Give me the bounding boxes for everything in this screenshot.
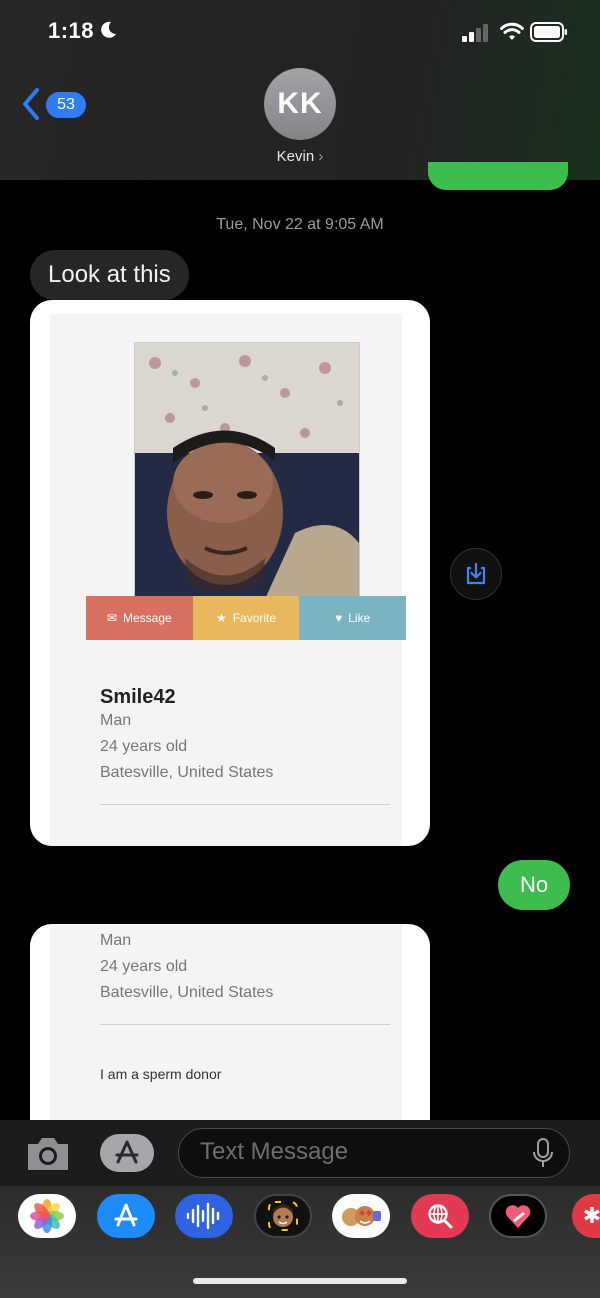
download-icon (466, 562, 486, 585)
profile-screenshot: Man 24 years old Batesville, United Stat… (50, 924, 402, 1120)
cellular-signal-icon (462, 24, 488, 42)
photos-icon (30, 1199, 64, 1233)
moon-icon (101, 21, 116, 38)
web-search-app-button[interactable] (411, 1194, 469, 1238)
status-time: 1:18 (48, 18, 95, 43)
memoji-app-button[interactable] (254, 1194, 312, 1238)
image-attachment-bubble[interactable]: ✉ Message ★ Favorite ♥ Like Smile42 Man … (30, 300, 430, 846)
message-timestamp: Tue, Nov 22 at 9:05 AM (216, 216, 384, 233)
profile-location: Batesville, United States (100, 764, 274, 781)
message-action-label: Message (123, 611, 172, 625)
unread-count-badge[interactable]: 53 (46, 92, 86, 118)
photos-app-button[interactable] (18, 1194, 76, 1238)
chevron-right-icon: › (318, 148, 324, 165)
memoji-icon (268, 1201, 298, 1231)
contact-name-label: Kevin (276, 148, 315, 165)
chevron-left-icon (23, 88, 39, 120)
divider (100, 804, 390, 805)
message-action-button: ✉ Message (86, 596, 193, 640)
like-action-button: ♥ Like (299, 596, 407, 640)
globe-search-icon (428, 1204, 453, 1229)
profile-location: Batesville, United States (100, 984, 274, 1001)
profile-username: Smile42 (100, 686, 176, 708)
image-attachment-bubble[interactable]: Man 24 years old Batesville, United Stat… (30, 924, 430, 1120)
app-drawer-button[interactable] (100, 1134, 154, 1172)
profile-gender: Man (100, 712, 132, 729)
contact-avatar[interactable]: KK (264, 68, 336, 140)
heart-touch-icon (505, 1205, 531, 1228)
profile-screenshot: ✉ Message ★ Favorite ♥ Like Smile42 Man … (50, 314, 407, 846)
digital-touch-button[interactable] (489, 1194, 547, 1238)
profile-actions: ✉ Message ★ Favorite ♥ Like (86, 596, 407, 640)
app-store-icon (114, 1203, 138, 1227)
wifi-icon (500, 22, 524, 40)
microphone-icon[interactable] (532, 1137, 554, 1169)
favorite-action-button: ★ Favorite (192, 596, 300, 640)
profile-age: 24 years old (100, 738, 188, 755)
profile-bio: I am a sperm donor (100, 1066, 222, 1082)
app-store-app-button[interactable] (97, 1194, 155, 1238)
profile-photo (134, 342, 360, 600)
home-indicator[interactable] (193, 1278, 407, 1284)
outgoing-message-bubble[interactable]: No (498, 860, 570, 910)
like-action-label: Like (348, 611, 371, 625)
memoji-stickers-button[interactable] (332, 1194, 390, 1238)
app-store-icon (115, 1140, 139, 1164)
audio-message-button[interactable] (175, 1194, 233, 1238)
star-icon: ★ (215, 611, 227, 625)
waveform-icon (186, 1202, 220, 1230)
sparkle-icon: ✱ (582, 1203, 600, 1228)
profile-age: 24 years old (100, 958, 188, 975)
message-input-placeholder: Text Message (200, 1138, 349, 1165)
heart-icon: ♥ (335, 611, 343, 625)
favorite-action-label: Favorite (232, 611, 277, 625)
envelope-icon: ✉ (106, 611, 118, 625)
camera-icon[interactable] (24, 1134, 72, 1174)
memoji-stickers-icon (342, 1206, 381, 1226)
battery-icon (530, 22, 567, 42)
previous-outgoing-bubble[interactable] (428, 162, 568, 190)
save-image-button[interactable] (450, 548, 502, 600)
incoming-message-bubble[interactable]: Look at this (30, 250, 189, 300)
profile-gender: Man (100, 932, 132, 949)
divider (100, 1024, 390, 1025)
